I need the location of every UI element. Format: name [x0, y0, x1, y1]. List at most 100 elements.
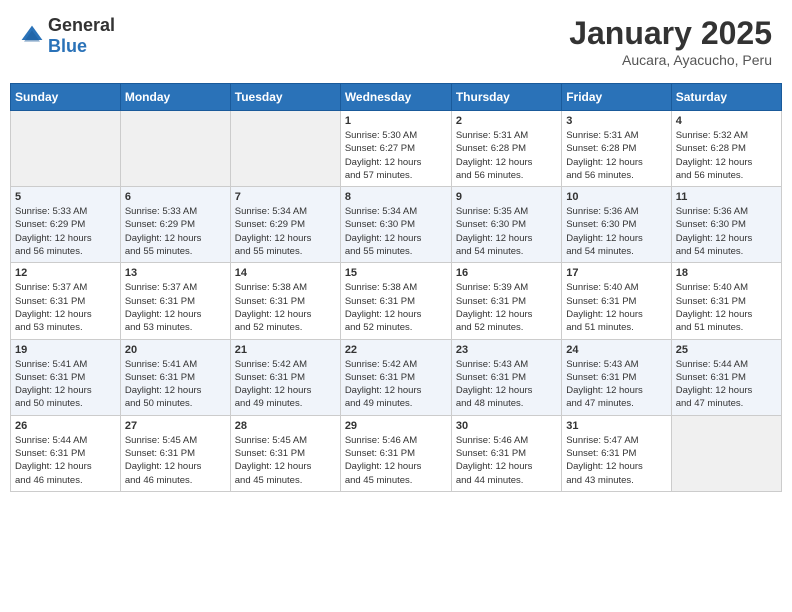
day-info: Sunrise: 5:45 AMSunset: 6:31 PMDaylight:…	[125, 434, 226, 487]
calendar-cell: 23Sunrise: 5:43 AMSunset: 6:31 PMDayligh…	[451, 339, 561, 415]
day-info: Sunrise: 5:35 AMSunset: 6:30 PMDaylight:…	[456, 205, 557, 258]
calendar-cell: 13Sunrise: 5:37 AMSunset: 6:31 PMDayligh…	[120, 263, 230, 339]
day-info-line: and 55 minutes.	[345, 245, 447, 258]
day-info-line: Sunset: 6:30 PM	[456, 218, 557, 231]
day-info-line: Sunset: 6:31 PM	[676, 295, 777, 308]
day-info: Sunrise: 5:42 AMSunset: 6:31 PMDaylight:…	[235, 358, 336, 411]
day-info-line: Daylight: 12 hours	[456, 460, 557, 473]
day-info-line: Sunrise: 5:40 AM	[566, 281, 666, 294]
day-info: Sunrise: 5:47 AMSunset: 6:31 PMDaylight:…	[566, 434, 666, 487]
day-number: 10	[566, 191, 666, 203]
day-info-line: Sunset: 6:31 PM	[15, 295, 116, 308]
location-title: Aucara, Ayacucho, Peru	[569, 52, 772, 68]
day-number: 11	[676, 191, 777, 203]
day-number: 17	[566, 267, 666, 279]
day-info-line: Daylight: 12 hours	[456, 308, 557, 321]
calendar-cell: 1Sunrise: 5:30 AMSunset: 6:27 PMDaylight…	[340, 111, 451, 187]
day-info-line: and 47 minutes.	[676, 397, 777, 410]
day-info-line: and 51 minutes.	[676, 321, 777, 334]
day-info-line: Daylight: 12 hours	[125, 232, 226, 245]
day-info-line: and 54 minutes.	[676, 245, 777, 258]
calendar-cell: 5Sunrise: 5:33 AMSunset: 6:29 PMDaylight…	[11, 187, 121, 263]
day-info-line: Sunset: 6:31 PM	[235, 295, 336, 308]
day-info: Sunrise: 5:40 AMSunset: 6:31 PMDaylight:…	[566, 281, 666, 334]
day-info-line: Sunrise: 5:40 AM	[676, 281, 777, 294]
day-info-line: Sunrise: 5:36 AM	[676, 205, 777, 218]
calendar-cell: 25Sunrise: 5:44 AMSunset: 6:31 PMDayligh…	[671, 339, 781, 415]
calendar-cell: 21 Sunrise: 5:42 AMSunset: 6:31 PMDayligh…	[230, 339, 340, 415]
day-info-line: and 45 minutes.	[235, 474, 336, 487]
day-info-line: Sunrise: 5:31 AM	[456, 129, 557, 142]
day-info-line: and 50 minutes.	[15, 397, 116, 410]
day-info-line: and 49 minutes.	[235, 397, 336, 410]
day-info-line: Sunset: 6:31 PM	[125, 371, 226, 384]
day-info-line: Sunset: 6:31 PM	[235, 447, 336, 460]
day-info-line: Sunrise: 5:43 AM	[566, 358, 666, 371]
day-number: 31	[566, 420, 666, 432]
day-info-line: Daylight: 12 hours	[125, 384, 226, 397]
day-info: Sunrise: 5:46 AMSunset: 6:31 PMDaylight:…	[345, 434, 447, 487]
day-info-line: Sunrise: 5:42 AM	[235, 358, 336, 371]
day-info-line: Sunrise: 5:30 AM	[345, 129, 447, 142]
day-info-line: Sunset: 6:31 PM	[566, 371, 666, 384]
day-number: 26	[15, 420, 116, 432]
calendar-cell	[11, 111, 121, 187]
day-info-line: and 47 minutes.	[566, 397, 666, 410]
calendar-cell: 27Sunrise: 5:45 AMSunset: 6:31 PMDayligh…	[120, 415, 230, 491]
day-info-line: and 55 minutes.	[235, 245, 336, 258]
day-number: 9	[456, 191, 557, 203]
day-info-line: and 50 minutes.	[125, 397, 226, 410]
day-info-line: Sunrise: 5:37 AM	[125, 281, 226, 294]
day-info-line: Sunrise: 5:33 AM	[15, 205, 116, 218]
day-info-line: Sunrise: 5:46 AM	[456, 434, 557, 447]
day-info: Sunrise: 5:41 AMSunset: 6:31 PMDaylight:…	[125, 358, 226, 411]
day-info-line: Sunset: 6:29 PM	[15, 218, 116, 231]
calendar-cell: 6 Sunrise: 5:33 AMSunset: 6:29 PMDaylight…	[120, 187, 230, 263]
day-info-line: Sunset: 6:31 PM	[15, 371, 116, 384]
day-info-line: Sunrise: 5:38 AM	[235, 281, 336, 294]
calendar-cell	[671, 415, 781, 491]
day-info: Sunrise: 5:38 AMSunset: 6:31 PMDaylight:…	[345, 281, 447, 334]
day-number: 21	[235, 344, 336, 356]
day-info-line: Sunrise: 5:43 AM	[456, 358, 557, 371]
day-number: 25	[676, 344, 777, 356]
day-of-week-header: Sunday	[11, 84, 121, 111]
day-info: Sunrise: 5:37 AMSunset: 6:31 PMDaylight:…	[15, 281, 116, 334]
calendar-cell: 28Sunrise: 5:45 AMSunset: 6:31 PMDayligh…	[230, 415, 340, 491]
day-info-line: Daylight: 12 hours	[15, 308, 116, 321]
calendar-cell: 10Sunrise: 5:36 AMSunset: 6:30 PMDayligh…	[562, 187, 671, 263]
day-info-line: Sunset: 6:31 PM	[125, 295, 226, 308]
day-info-line: Sunset: 6:31 PM	[456, 371, 557, 384]
day-info-line: and 53 minutes.	[125, 321, 226, 334]
day-number: 6	[125, 191, 226, 203]
day-number: 16	[456, 267, 557, 279]
calendar-week-row: 5Sunrise: 5:33 AMSunset: 6:29 PMDaylight…	[11, 187, 782, 263]
day-info: Sunrise: 5:37 AMSunset: 6:31 PMDaylight:…	[125, 281, 226, 334]
day-info-line: and 52 minutes.	[345, 321, 447, 334]
day-info-line: Sunrise: 5:42 AM	[345, 358, 447, 371]
calendar-cell: 29Sunrise: 5:46 AMSunset: 6:31 PMDayligh…	[340, 415, 451, 491]
day-info: Sunrise: 5:33 AMSunset: 6:29 PMDaylight:…	[125, 205, 226, 258]
day-info-line: Daylight: 12 hours	[15, 384, 116, 397]
day-info-line: Sunrise: 5:44 AM	[676, 358, 777, 371]
calendar-cell	[230, 111, 340, 187]
day-number: 30	[456, 420, 557, 432]
day-info: Sunrise: 5:36 AMSunset: 6:30 PMDaylight:…	[676, 205, 777, 258]
day-number: 5	[15, 191, 116, 203]
day-info-line: Daylight: 12 hours	[345, 384, 447, 397]
day-number: 2	[456, 115, 557, 127]
day-info-line: Daylight: 12 hours	[345, 460, 447, 473]
day-info-line: Sunset: 6:31 PM	[456, 295, 557, 308]
day-number: 20	[125, 344, 226, 356]
month-title: January 2025	[569, 15, 772, 52]
calendar-cell: 14Sunrise: 5:38 AMSunset: 6:31 PMDayligh…	[230, 263, 340, 339]
day-of-week-header: Thursday	[451, 84, 561, 111]
calendar-cell: 7Sunrise: 5:34 AMSunset: 6:29 PMDaylight…	[230, 187, 340, 263]
day-info-line: Daylight: 12 hours	[676, 384, 777, 397]
day-info-line: Sunrise: 5:46 AM	[345, 434, 447, 447]
day-info-line: Daylight: 12 hours	[125, 308, 226, 321]
calendar-cell: 8Sunrise: 5:34 AMSunset: 6:30 PMDaylight…	[340, 187, 451, 263]
calendar-cell: 22Sunrise: 5:42 AMSunset: 6:31 PMDayligh…	[340, 339, 451, 415]
day-info: Sunrise: 5:40 AMSunset: 6:31 PMDaylight:…	[676, 281, 777, 334]
day-number: 1	[345, 115, 447, 127]
